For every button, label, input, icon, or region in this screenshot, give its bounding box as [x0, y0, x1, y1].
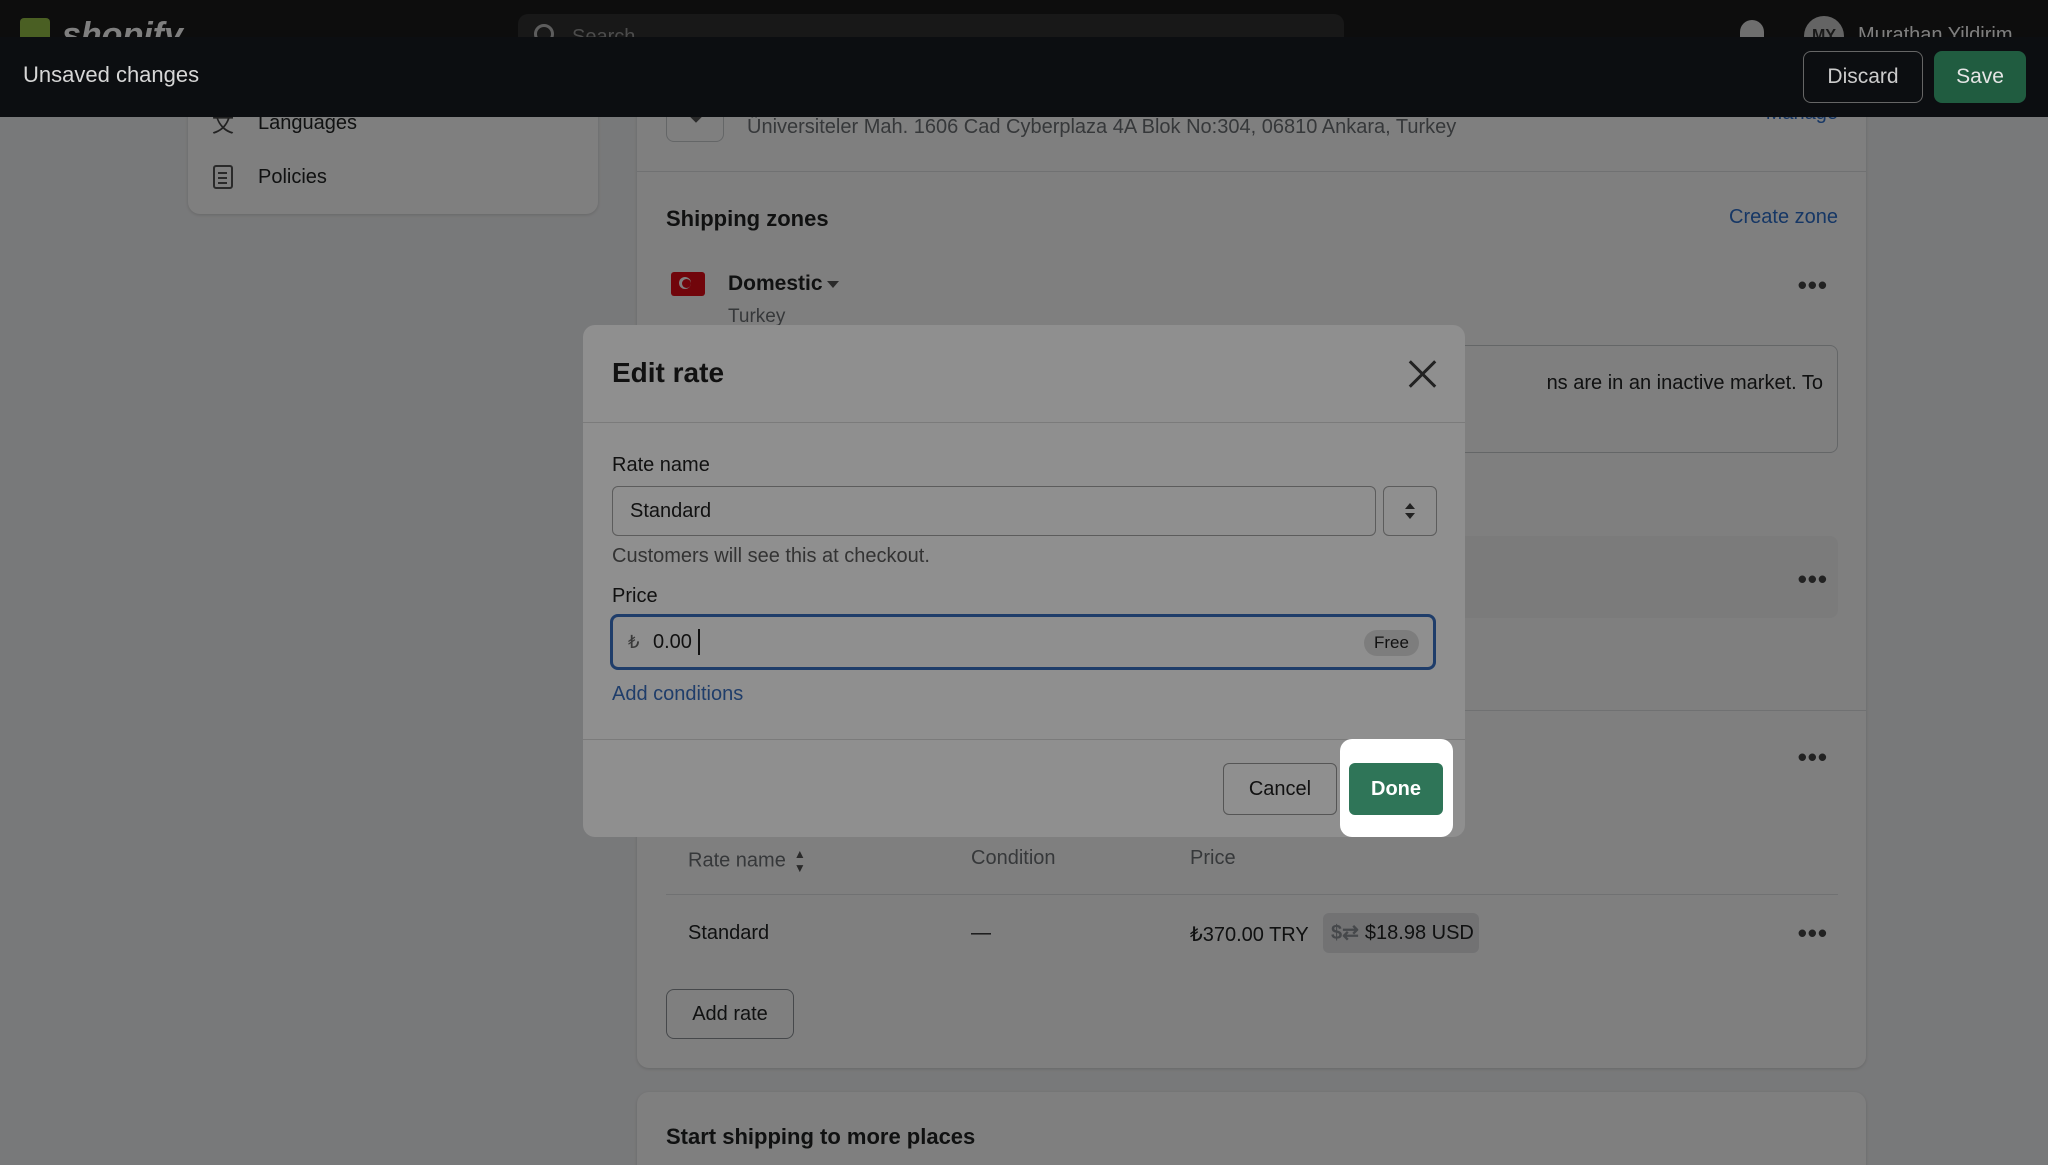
rate-name-input[interactable]: Standard — [612, 486, 1376, 536]
unsaved-title: Unsaved changes — [23, 62, 200, 87]
modal-footer-divider — [583, 739, 1465, 740]
close-icon[interactable] — [1406, 358, 1438, 390]
unsaved-changes-bar: Unsaved changes Discard Save — [0, 37, 2048, 117]
price-input[interactable]: ₺ 0.00 Free — [610, 614, 1436, 670]
currency-symbol: ₺ — [628, 632, 640, 652]
edit-rate-modal: Edit rate Rate name Standard Customers w… — [583, 325, 1465, 837]
price-value: 0.00 — [653, 631, 692, 653]
price-label: Price — [612, 585, 658, 607]
rate-name-label: Rate name — [612, 454, 710, 476]
rate-name-help-text: Customers will see this at checkout. — [612, 545, 930, 567]
caret-up-icon — [1405, 503, 1415, 509]
done-button[interactable]: Done — [1349, 763, 1443, 815]
save-button[interactable]: Save — [1934, 51, 2026, 103]
cancel-button[interactable]: Cancel — [1223, 763, 1337, 815]
caret-down-icon — [1405, 513, 1415, 519]
modal-title: Edit rate — [612, 357, 725, 388]
modal-header: Edit rate — [583, 325, 1465, 423]
text-cursor — [698, 629, 700, 655]
rate-name-select[interactable] — [1383, 486, 1437, 536]
discard-button[interactable]: Discard — [1803, 51, 1923, 103]
free-badge: Free — [1364, 630, 1419, 656]
add-conditions-link[interactable]: Add conditions — [612, 683, 743, 706]
